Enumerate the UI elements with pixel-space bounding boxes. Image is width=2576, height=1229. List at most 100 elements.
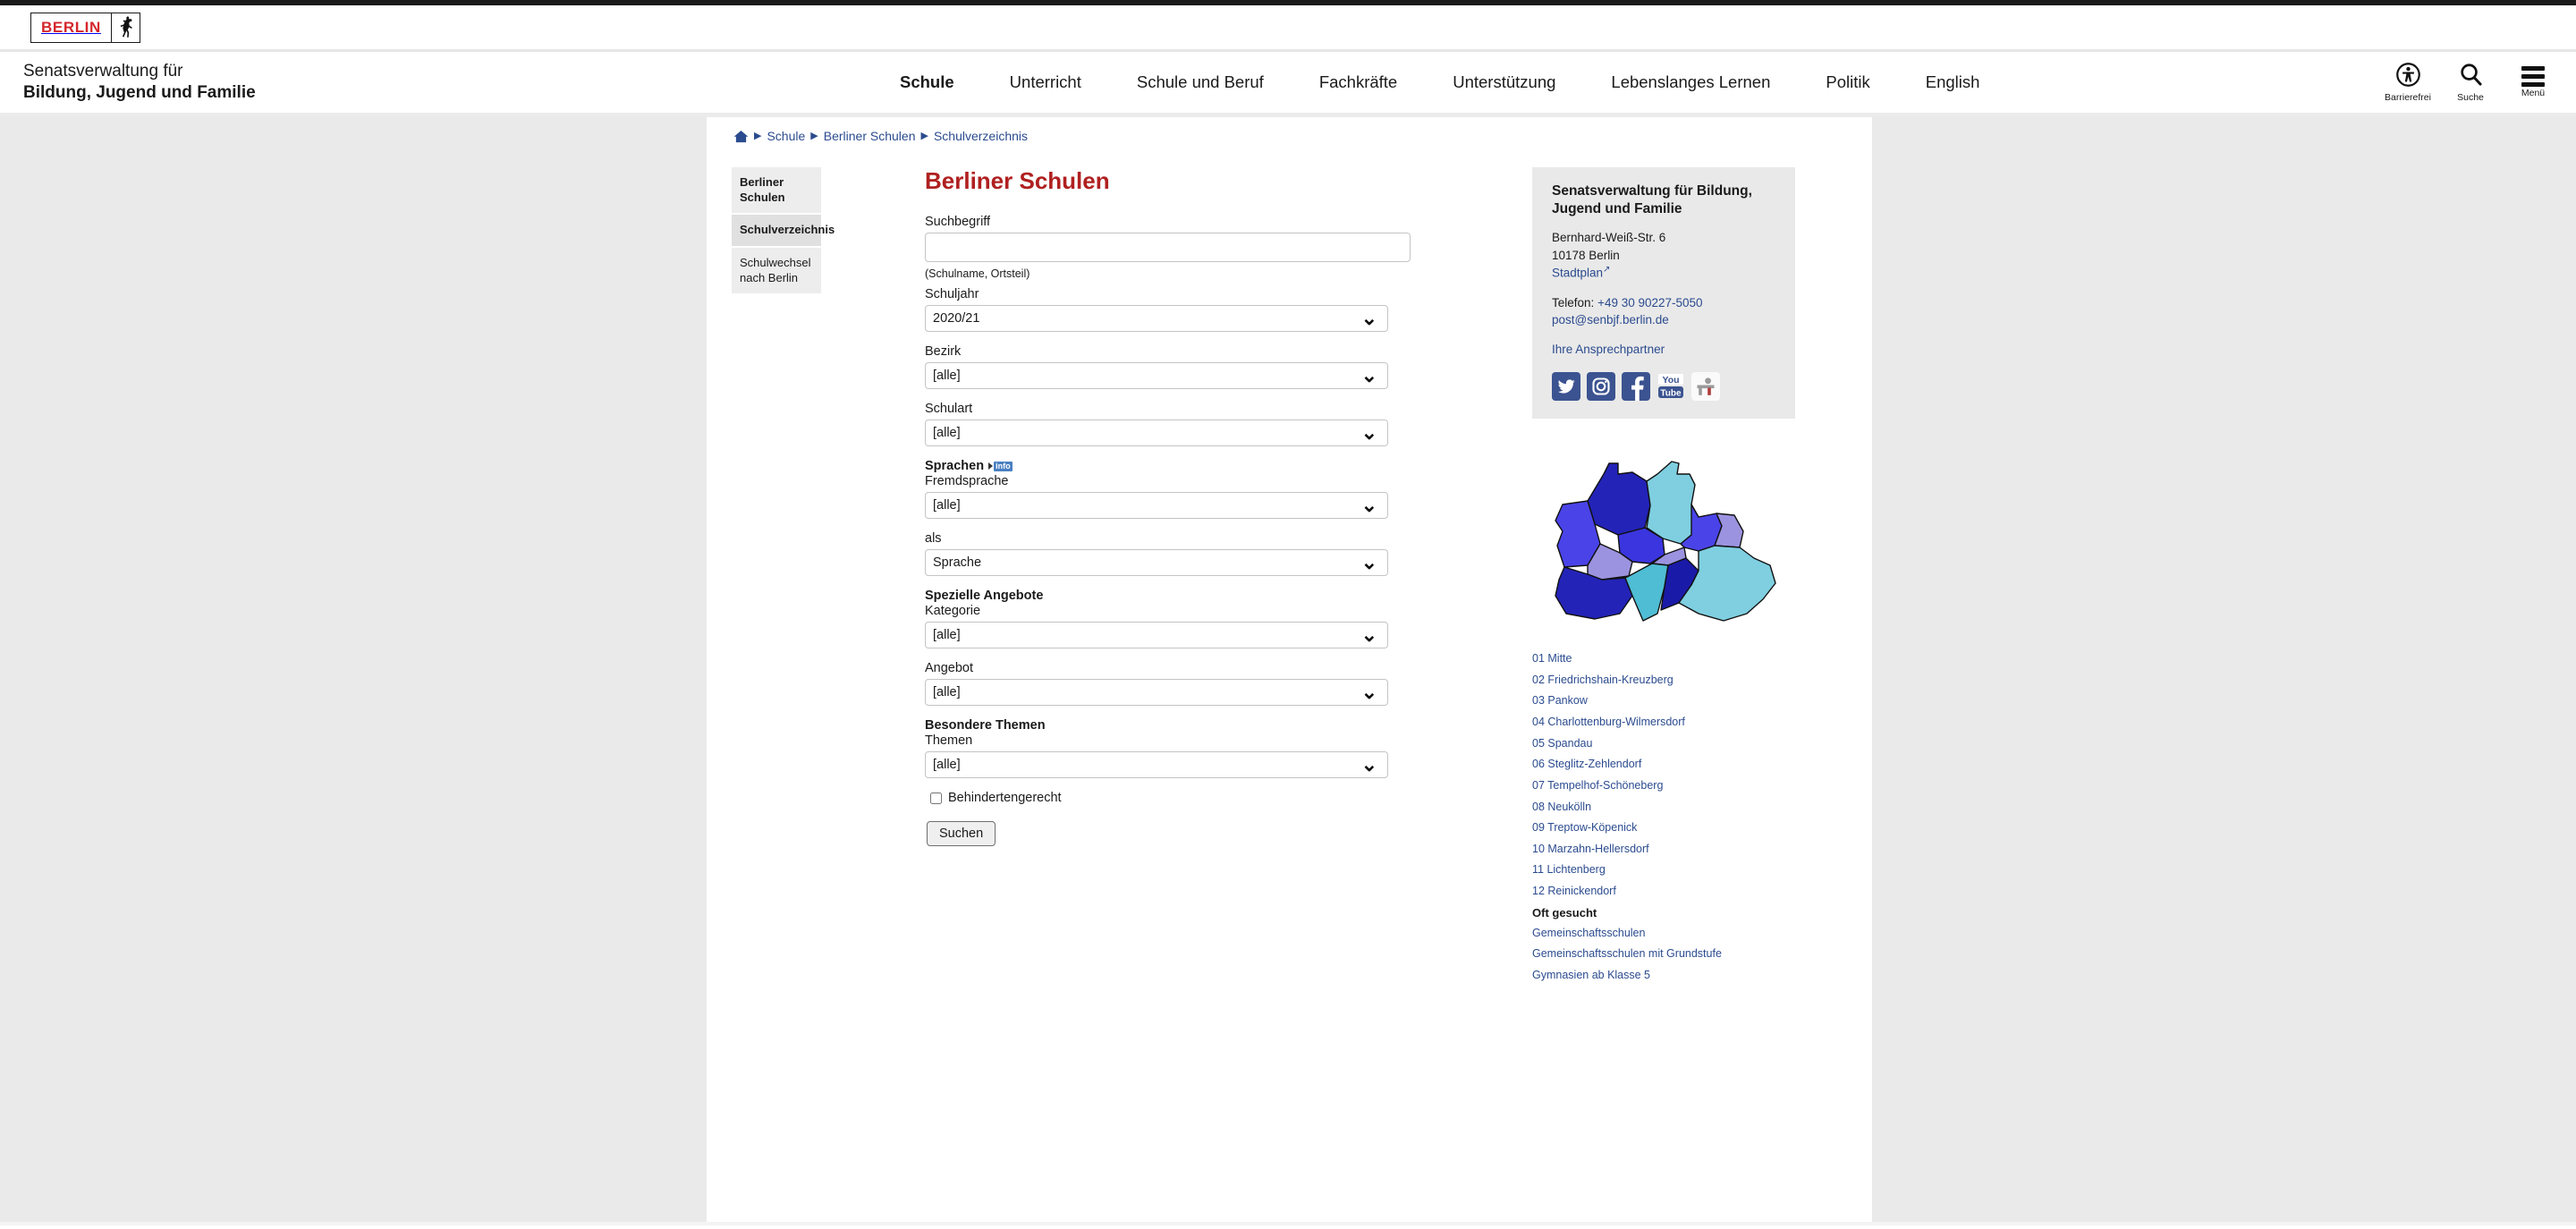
district-link-08[interactable]: 08 Neukölln: [1532, 801, 1801, 813]
label-schuljahr: Schuljahr: [925, 287, 1528, 301]
sidebar-item-schulverzeichnis[interactable]: Schulverzeichnis: [732, 215, 821, 248]
ansprechpartner-link[interactable]: Ihre Ansprechpartner: [1552, 343, 1665, 356]
group-besondere-themen: Besondere Themen: [925, 718, 1528, 733]
themen-select[interactable]: [alle]: [925, 751, 1388, 778]
district-link-10[interactable]: 10 Marzahn-Hellersdorf: [1532, 843, 1801, 855]
instagram-icon[interactable]: [1587, 372, 1615, 401]
district-link-04[interactable]: 04 Charlottenburg-Wilmersdorf: [1532, 716, 1801, 728]
header-tools: Barrierefrei Suche Menü: [2386, 52, 2555, 113]
district-link-01[interactable]: 01 Mitte: [1532, 652, 1801, 665]
berlin-logo[interactable]: BERLIN: [30, 13, 140, 43]
youtube-icon[interactable]: You Tube: [1657, 372, 1685, 401]
group-spezielle-angebote: Spezielle Angebote: [925, 589, 1528, 603]
breadcrumb-sep-1: ▶: [754, 131, 761, 141]
nav-item-schule[interactable]: Schule: [872, 72, 982, 92]
oft-gesucht-link-gemeinschaftsschulen-grundstufe[interactable]: Gemeinschaftsschulen mit Grundstufe: [1532, 947, 1801, 960]
schuljahr-select-wrap: 2020/21 ⌄: [925, 305, 1388, 332]
gebaerdensprache-icon[interactable]: [1691, 372, 1720, 401]
breadcrumb-item-schule[interactable]: Schule: [767, 129, 805, 143]
bezirk-select[interactable]: [alle]: [925, 362, 1388, 389]
search-input[interactable]: [925, 233, 1411, 262]
oft-gesucht-link-gymnasien[interactable]: Gymnasien ab Klasse 5: [1532, 969, 1801, 981]
body-columns: Berliner Schulen Schulverzeichnis Schulw…: [707, 143, 1872, 990]
nav-item-unterstuetzung[interactable]: Unterstützung: [1425, 72, 1583, 92]
schuljahr-select[interactable]: 2020/21: [925, 305, 1388, 332]
search-button[interactable]: Suche: [2449, 63, 2492, 103]
district-link-06[interactable]: 06 Steglitz-Zehlendorf: [1532, 758, 1801, 770]
left-navigation: Berliner Schulen Schulverzeichnis Schulw…: [732, 167, 821, 990]
facebook-icon[interactable]: [1622, 372, 1650, 401]
hamburger-icon: [2521, 66, 2545, 87]
contact-city: 10178 Berlin: [1552, 247, 1778, 265]
district-link-07[interactable]: 07 Tempelhof-Schöneberg: [1532, 779, 1801, 792]
breadcrumb: ▶ Schule ▶ Berliner Schulen ▶ Schulverze…: [707, 117, 1872, 143]
telefon-label: Telefon:: [1552, 296, 1594, 309]
kategorie-select[interactable]: [alle]: [925, 622, 1388, 648]
accessibility-button[interactable]: Barrierefrei: [2386, 63, 2429, 103]
bottom-strip: [0, 1222, 2576, 1225]
nav-item-schule-und-beruf[interactable]: Schule und Beruf: [1109, 72, 1292, 92]
fremdsprache-select-wrap: [alle] ⌄: [925, 492, 1388, 519]
info-icon[interactable]: info: [988, 462, 1013, 471]
fremdsprache-select[interactable]: [alle]: [925, 492, 1388, 519]
sidebar-item-schulwechsel-nach-berlin[interactable]: Schulwechsel nach Berlin: [732, 248, 821, 295]
district-link-11[interactable]: 11 Lichtenberg: [1532, 863, 1801, 876]
district-link-02[interactable]: 02 Friedrichshain-Kreuzberg: [1532, 674, 1801, 686]
angebot-select-wrap: [alle] ⌄: [925, 679, 1388, 706]
page-background: ▶ Schule ▶ Berliner Schulen ▶ Schulverze…: [0, 117, 2576, 1225]
nav-item-english[interactable]: English: [1898, 72, 2008, 92]
label-als: als: [925, 531, 1528, 546]
district-link-12[interactable]: 12 Reinickendorf: [1532, 885, 1801, 897]
svg-text:You: You: [1662, 375, 1679, 386]
nav-item-unterricht[interactable]: Unterricht: [982, 72, 1109, 92]
email-link[interactable]: post@senbjf.berlin.de: [1552, 313, 1669, 326]
behindertengerecht-label[interactable]: Behindertengerecht: [948, 791, 1062, 805]
berlin-logo-text: BERLIN: [31, 13, 111, 42]
sidebar-item-berliner-schulen[interactable]: Berliner Schulen: [732, 167, 821, 215]
district-link-09[interactable]: 09 Treptow-Köpenick: [1532, 821, 1801, 834]
telefon-link[interactable]: +49 30 90227-5050: [1597, 296, 1703, 309]
social-links: You Tube: [1552, 372, 1722, 401]
behindertengerecht-row: Behindertengerecht: [930, 791, 1528, 805]
contact-box: Senatsverwaltung für Bildung, Jugend und…: [1532, 167, 1795, 419]
label-themen: Themen: [925, 733, 1528, 748]
brand-title: Senatsverwaltung für Bildung, Jugend und…: [0, 61, 256, 105]
info-badge-label: info: [994, 462, 1013, 471]
als-select-wrap: Sprache ⌄: [925, 549, 1388, 576]
brand-line-1: Senatsverwaltung für: [23, 61, 256, 82]
info-arrow-icon: [988, 462, 993, 470]
breadcrumb-item-schulverzeichnis[interactable]: Schulverzeichnis: [934, 129, 1028, 143]
menu-button[interactable]: Menü: [2512, 66, 2555, 98]
suchen-button[interactable]: Suchen: [927, 821, 996, 846]
group-sprachen-label: Sprachen: [925, 459, 984, 473]
twitter-icon[interactable]: [1552, 372, 1580, 401]
district-link-03[interactable]: 03 Pankow: [1532, 694, 1801, 707]
stadtplan-link[interactable]: Stadtplan: [1552, 267, 1603, 280]
als-select[interactable]: Sprache: [925, 549, 1388, 576]
home-icon[interactable]: [733, 130, 749, 143]
label-suchbegriff: Suchbegriff: [925, 215, 1528, 229]
contact-phone-block: Telefon: +49 30 90227-5050 post@senbjf.b…: [1552, 294, 1778, 329]
page-title: Berliner Schulen: [925, 167, 1528, 195]
breadcrumb-sep-2: ▶: [810, 131, 818, 141]
svg-text:Tube: Tube: [1660, 389, 1682, 399]
schulart-select[interactable]: [alle]: [925, 420, 1388, 446]
schulart-select-wrap: [alle] ⌄: [925, 420, 1388, 446]
label-kategorie: Kategorie: [925, 604, 1528, 618]
district-link-05[interactable]: 05 Spandau: [1532, 737, 1801, 750]
district-links-list: 01 Mitte 02 Friedrichshain-Kreuzberg 03 …: [1532, 652, 1801, 981]
berlin-bear-icon: [111, 13, 140, 42]
search-icon: [2460, 63, 2482, 91]
breadcrumb-item-berliner-schulen[interactable]: Berliner Schulen: [824, 129, 916, 143]
oft-gesucht-heading: Oft gesucht: [1532, 906, 1801, 920]
brand-line-2: Bildung, Jugend und Familie: [23, 82, 256, 104]
label-angebot: Angebot: [925, 661, 1528, 675]
nav-item-fachkraefte[interactable]: Fachkräfte: [1292, 72, 1425, 92]
behindertengerecht-checkbox[interactable]: [930, 792, 942, 804]
label-schulart: Schulart: [925, 402, 1528, 416]
angebot-select[interactable]: [alle]: [925, 679, 1388, 706]
nav-item-lebenslanges-lernen[interactable]: Lebenslanges Lernen: [1583, 72, 1798, 92]
berlin-districts-map[interactable]: [1532, 438, 1801, 640]
nav-item-politik[interactable]: Politik: [1798, 72, 1897, 92]
oft-gesucht-link-gemeinschaftsschulen[interactable]: Gemeinschaftsschulen: [1532, 927, 1801, 939]
